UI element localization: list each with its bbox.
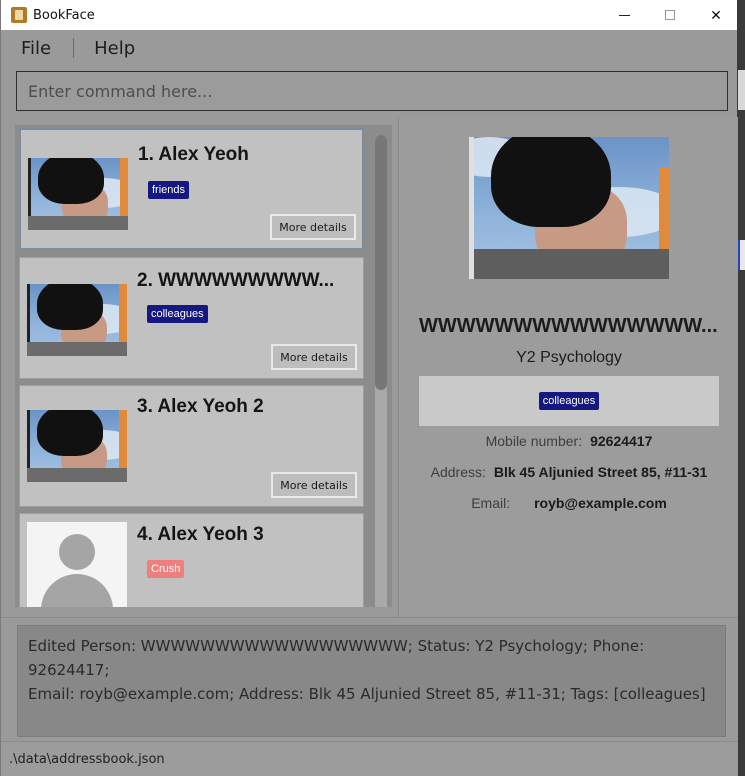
detail-status: Y2 Psychology <box>516 349 622 366</box>
default-avatar-icon <box>27 522 127 607</box>
person-name: 2. WWWWWWWWW... <box>137 270 335 291</box>
minimize-button[interactable] <box>601 0 647 30</box>
person-name: 1. Alex Yeoh <box>138 144 249 165</box>
app-window: BookFace ✕ File Help Enter command here.… <box>0 0 738 776</box>
command-box[interactable] <box>16 71 728 111</box>
person-tag: Crush <box>147 560 185 578</box>
menu-bar: File Help <box>1 30 737 66</box>
detail-tag: colleagues <box>538 392 600 410</box>
maximize-icon <box>665 10 675 20</box>
person-photo <box>28 158 128 230</box>
desktop-fragment <box>738 240 745 270</box>
person-detail-panel: WWWWWWWWWWWWWWW... Y2 Psychology colleag… <box>398 117 738 617</box>
person-photo <box>27 410 127 482</box>
maximize-button[interactable] <box>647 0 693 30</box>
person-tag: friends <box>148 181 190 199</box>
detail-name: WWWWWWWWWWWWWWW... <box>419 315 718 337</box>
title-bar: BookFace ✕ <box>1 0 737 30</box>
detail-email-row: Email: royb@example.com <box>399 495 739 511</box>
detail-mobile-row: Mobile number: 92624417 <box>399 433 739 449</box>
close-button[interactable]: ✕ <box>693 0 739 30</box>
scrollbar-thumb[interactable] <box>375 135 387 390</box>
command-input[interactable] <box>28 81 727 101</box>
person-name: 4. Alex Yeoh 3 <box>137 524 264 545</box>
person-list[interactable]: 1. Alex Yeoh friends More details 2. WWW… <box>15 125 392 607</box>
email-value: royb@example.com <box>534 495 667 511</box>
menu-help[interactable]: Help <box>94 38 135 59</box>
email-label: Email: <box>471 495 511 511</box>
main-content: 1. Alex Yeoh friends More details 2. WWW… <box>1 117 738 617</box>
detail-tags: colleagues <box>419 376 719 426</box>
detail-address-row: Address: Blk 45 Aljunied Street 85, #11-3… <box>399 464 739 480</box>
person-card[interactable]: 4. Alex Yeoh 3 Crush <box>19 513 364 607</box>
list-scrollbar[interactable] <box>375 135 387 607</box>
command-area <box>1 66 737 113</box>
data-file-path: .\data\addressbook.json <box>9 751 165 767</box>
app-icon <box>11 7 27 23</box>
person-card[interactable]: 3. Alex Yeoh 2 More details <box>19 385 364 507</box>
more-details-button[interactable]: More details <box>271 344 357 370</box>
more-details-button[interactable]: More details <box>271 472 357 498</box>
menu-file[interactable]: File <box>21 38 51 59</box>
result-line: Email: royb@example.com; Address: Blk 45… <box>28 685 706 703</box>
mobile-label: Mobile number: <box>485 433 583 449</box>
person-card[interactable]: 1. Alex Yeoh friends More details <box>19 128 364 250</box>
detail-photo <box>469 137 669 279</box>
desktop-fragment <box>738 70 745 110</box>
result-line: Edited Person: WWWWWWWWWWWWWWWWWW; Statu… <box>28 637 645 679</box>
person-card[interactable]: 2. WWWWWWWWW... colleagues More details <box>19 257 364 379</box>
result-display-area: Edited Person: WWWWWWWWWWWWWWWWWW; Statu… <box>1 617 738 741</box>
minimize-icon <box>618 14 630 16</box>
menu-divider <box>73 38 75 58</box>
mobile-value: 92624417 <box>590 433 653 449</box>
address-label: Address: <box>430 464 486 480</box>
status-bar: .\data\addressbook.json <box>1 741 738 776</box>
more-details-button[interactable]: More details <box>270 214 356 240</box>
window-title: BookFace <box>33 7 95 23</box>
result-display[interactable]: Edited Person: WWWWWWWWWWWWWWWWWW; Statu… <box>17 625 726 737</box>
person-tag: colleagues <box>147 305 208 323</box>
person-photo <box>27 284 127 356</box>
close-icon: ✕ <box>710 6 722 23</box>
address-value: Blk 45 Aljunied Street 85, #11-31 <box>493 464 708 480</box>
person-name: 3. Alex Yeoh 2 <box>137 396 264 417</box>
